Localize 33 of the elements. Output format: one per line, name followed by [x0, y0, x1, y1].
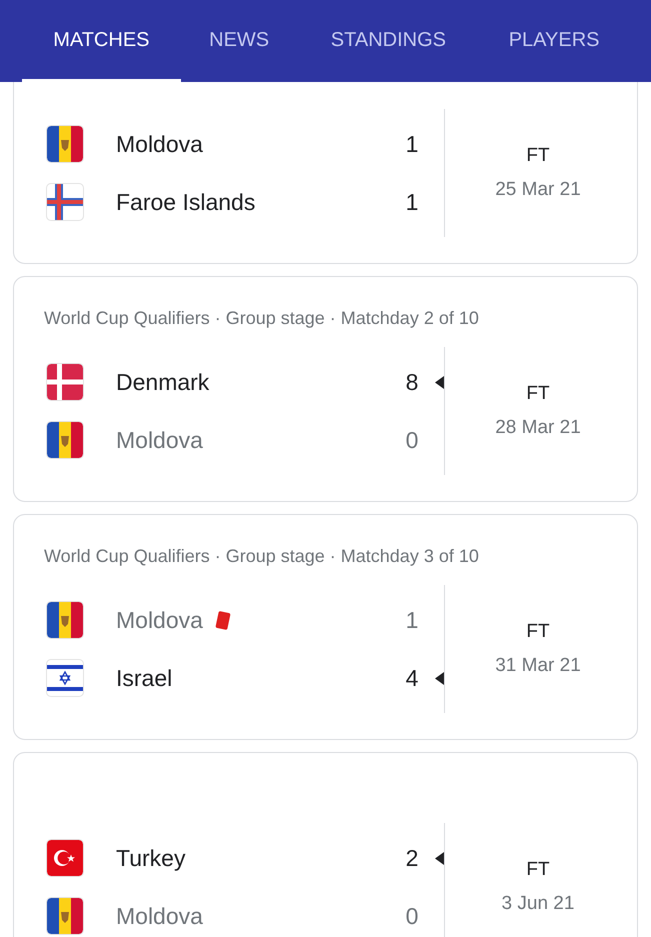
- match-card[interactable]: World Cup Qualifiers · Group stage · Matchday 2 of 10 Denmark 8 Moldova 0 FT 28 Mar 21: [13, 276, 638, 502]
- match-date: 28 Mar 21: [495, 416, 581, 440]
- tab[interactable]: NEWS: [180, 0, 298, 82]
- match-status: FT: [526, 144, 550, 168]
- match-status: FT: [526, 620, 550, 644]
- match-card[interactable]: Turkey 2 Moldova 0 FT 3 Jun 21: [13, 752, 638, 937]
- match-date: 3 Jun 21: [502, 892, 574, 916]
- team-score: 1: [404, 188, 420, 217]
- team-score: 8: [404, 368, 420, 397]
- team-score: 0: [404, 902, 420, 931]
- match-card[interactable]: Moldova 1 Faroe Islands 1 FT 25 Mar 21: [13, 82, 638, 264]
- tab[interactable]: PLAYERS: [479, 0, 629, 82]
- team-score: 0: [404, 426, 420, 455]
- team-score: 1: [404, 606, 420, 635]
- tab[interactable]: STANDINGS: [298, 0, 480, 82]
- match-date: 31 Mar 21: [495, 654, 581, 678]
- team-name: Faroe Islands: [116, 188, 256, 217]
- team-name: Denmark: [116, 368, 210, 397]
- team-name: Moldova: [116, 902, 203, 931]
- team-score: 2: [404, 844, 420, 873]
- match-card[interactable]: World Cup Qualifiers · Group stage · Matchday 3 of 10 Moldova 1 Israel 4 FT 31 Mar 21: [13, 514, 638, 740]
- match-header: World Cup Qualifiers · Group stage · Matchday 3 of 10: [44, 546, 479, 566]
- team-name: Israel: [116, 664, 172, 693]
- team-name: Moldova: [116, 606, 203, 635]
- match-status: FT: [526, 858, 550, 882]
- team-name: Turkey: [116, 844, 186, 873]
- team-name: Moldova: [116, 426, 203, 455]
- team-score: 4: [404, 664, 420, 693]
- team-name: Moldova: [116, 130, 203, 159]
- match-date: 25 Mar 21: [495, 178, 581, 202]
- team-score: 1: [404, 130, 420, 159]
- match-status: FT: [526, 382, 550, 406]
- match-header: World Cup Qualifiers · Group stage · Matchday 2 of 10: [44, 308, 479, 328]
